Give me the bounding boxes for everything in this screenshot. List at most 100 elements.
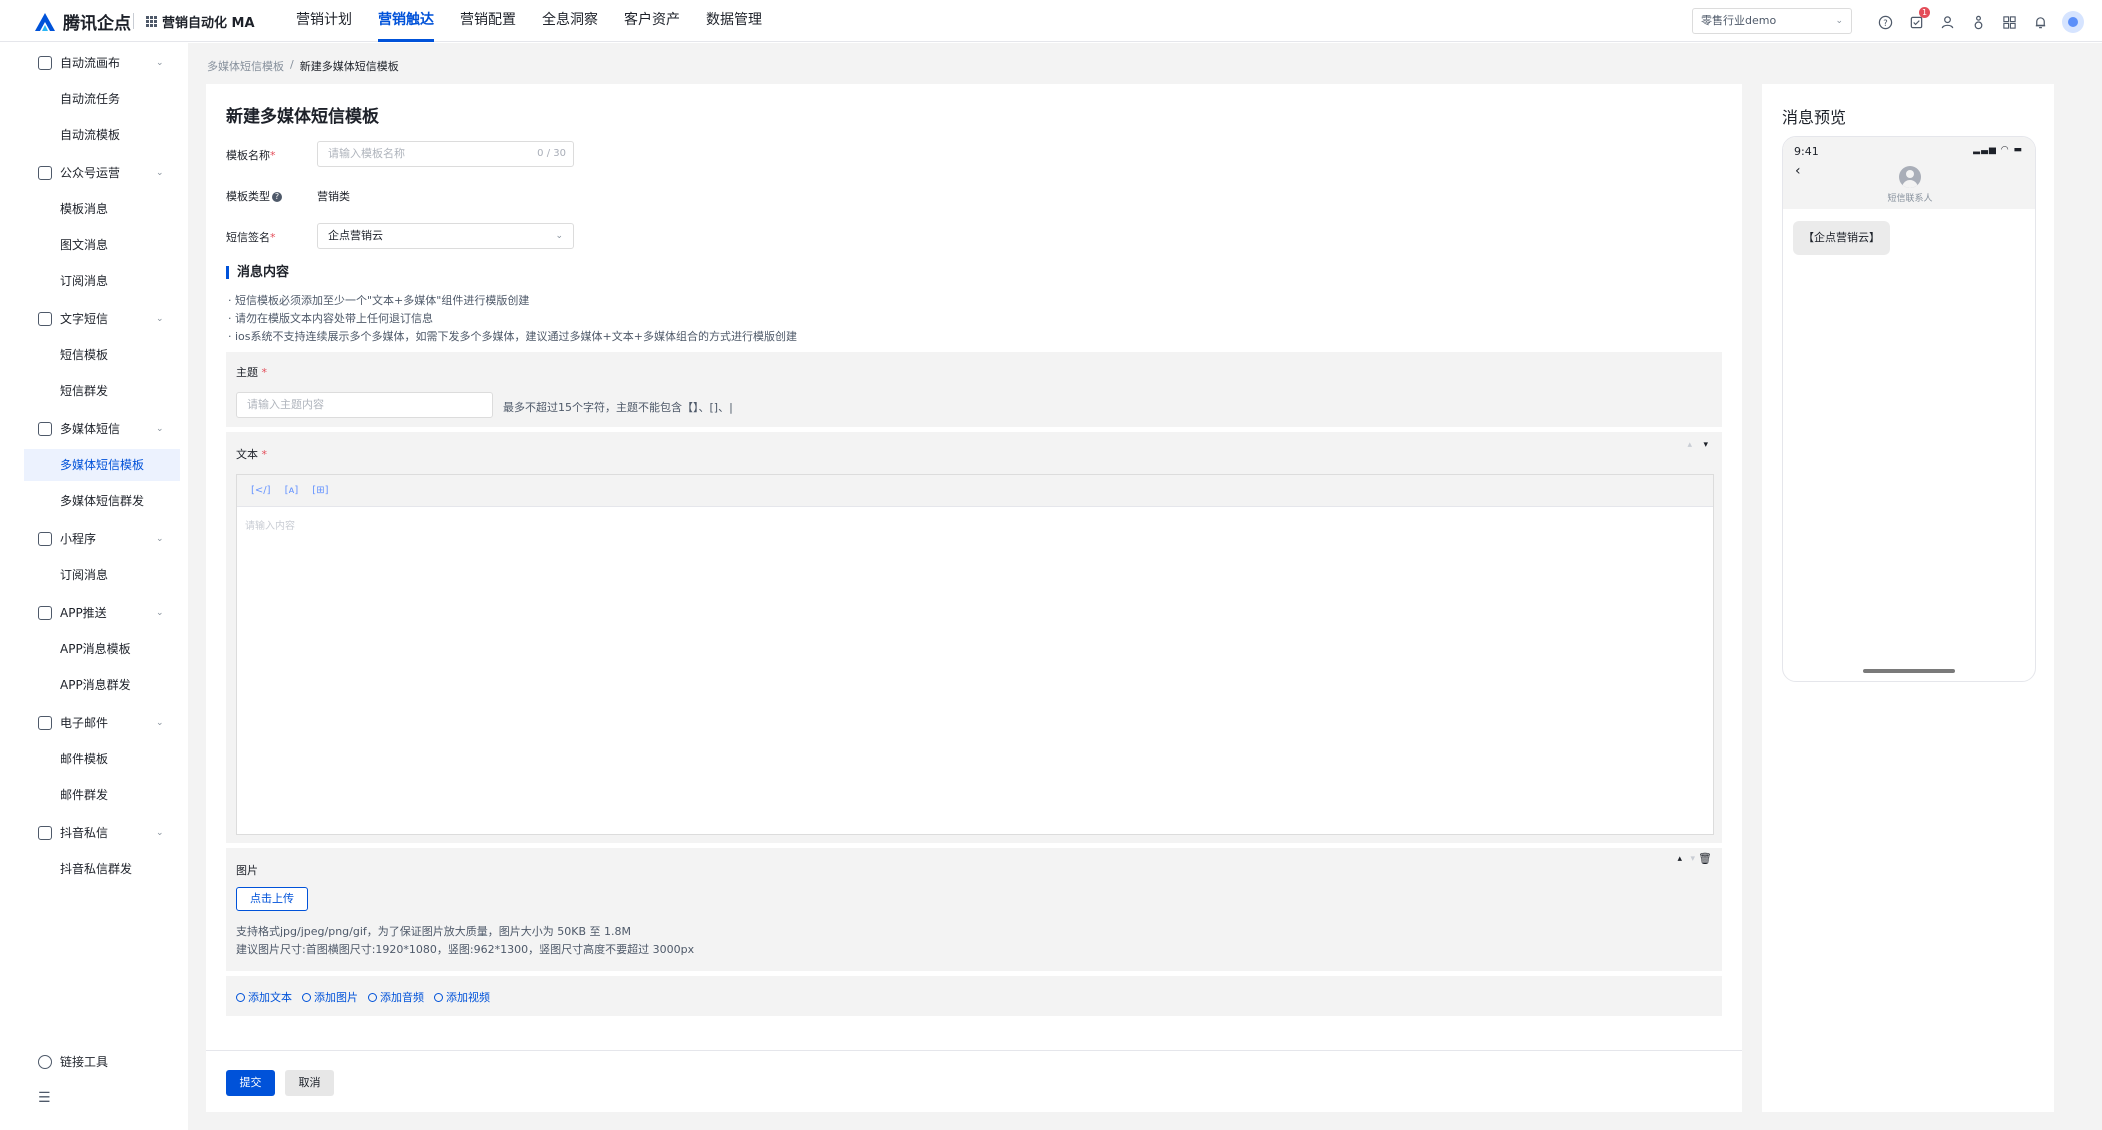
breadcrumb-parent[interactable]: 多媒体短信模板 (207, 58, 284, 74)
add-component-bar: 添加文本 添加图片 添加音频 添加视频 (226, 976, 1722, 1016)
collapse-menu-icon[interactable]: ☰ (38, 1090, 51, 1106)
sidebar-group-3[interactable]: 多媒体短信 ⌄ (38, 420, 164, 437)
org-select[interactable]: 零售行业demo ⌄ (1692, 8, 1852, 34)
menu-item-2[interactable]: 营销配置 (460, 0, 516, 42)
sidebar-item[interactable]: 订阅消息 (24, 265, 180, 297)
sms-signature-select[interactable]: 企点营销云 ⌄ (317, 223, 574, 249)
chevron-down-icon: ⌄ (555, 231, 563, 241)
link-icon (38, 1054, 52, 1069)
template-name-placeholder: 请输入模板名称 (328, 147, 405, 160)
sidebar-item[interactable]: 订阅消息 (24, 559, 180, 591)
help-icon[interactable]: ? (1876, 13, 1894, 31)
subject-hint: 最多不超过15个字符，主题不能包含【】、[]、| (503, 401, 733, 414)
upload-button[interactable]: 点击上传 (236, 887, 308, 911)
tip-1: · 短信模板必须添加至少一个"文本+多媒体"组件进行模版创建 (228, 294, 530, 307)
sidebar-item[interactable]: 短信群发 (24, 375, 180, 407)
image-format-hint: 支持格式jpg/jpeg/png/gif，为了保证图片放大质量，图片大小为 50… (236, 925, 632, 938)
sidebar-group-7[interactable]: 抖音私信 ⌄ (38, 824, 164, 841)
sidebar-group-label: 小程序 (60, 532, 97, 546)
move-up-icon[interactable]: ▴ (1687, 440, 1692, 450)
footer-bar: 提交 取消 (206, 1050, 1742, 1112)
sidebar-item[interactable]: APP消息模板 (24, 633, 180, 665)
form-card: 新建多媒体短信模板 模板名称* 请输入模板名称 0 / 30 模板类型? 营销类… (206, 84, 1742, 1050)
editor-placeholder: 请输入内容 (245, 521, 295, 532)
move-up-icon[interactable]: ▴ (1677, 854, 1682, 864)
sidebar-item[interactable]: 邮件模板 (24, 743, 180, 775)
chevron-down-icon: ⌄ (156, 827, 164, 838)
user-manage-icon[interactable] (1938, 13, 1956, 31)
miniprogram-icon (38, 531, 52, 546)
sidebar-group-2[interactable]: 文字短信 ⌄ (38, 310, 164, 327)
subject-placeholder: 请输入主题内容 (247, 398, 324, 411)
sidebar-group-5[interactable]: APP推送 ⌄ (38, 604, 164, 621)
sidebar-item[interactable]: 多媒体短信群发 (24, 485, 180, 517)
move-down-icon[interactable]: ▾ (1690, 854, 1695, 864)
sidebar-group-6[interactable]: 电子邮件 ⌄ (38, 714, 164, 731)
insert-variable-icon[interactable]: [⊞] (312, 485, 328, 496)
contact-name: 短信联系人 (1887, 194, 1933, 204)
delete-icon[interactable]: 🗑 (1698, 852, 1712, 865)
cancel-button[interactable]: 取消 (285, 1070, 334, 1096)
brand-name: 腾讯企点 (63, 14, 131, 34)
rich-text-editor[interactable]: [</] [ᴀ] [⊞] 请输入内容 (236, 474, 1714, 835)
submit-button[interactable]: 提交 (226, 1070, 275, 1096)
insert-link-icon[interactable]: [</] (251, 485, 271, 496)
home-indicator (1863, 669, 1955, 673)
sidebar-group-4[interactable]: 小程序 ⌄ (38, 530, 164, 547)
image-label: 图片 (236, 864, 258, 877)
add-link-0[interactable]: 添加文本 (236, 989, 292, 1005)
plus-circle-icon (302, 992, 311, 1002)
org-select-value: 零售行业demo (1701, 14, 1777, 27)
sidebar-item[interactable]: 模板消息 (24, 193, 180, 225)
app-switcher[interactable]: 营销自动化 MA (146, 12, 255, 31)
insert-text-icon[interactable]: [ᴀ] (285, 485, 299, 496)
sidebar-link-tool[interactable]: 链接工具 (38, 1053, 108, 1070)
add-link-2[interactable]: 添加音频 (368, 989, 424, 1005)
menu-item-1[interactable]: 营销触达 (378, 0, 434, 42)
brand-logo[interactable]: 腾讯企点 (33, 9, 131, 34)
apps-grid-icon (146, 16, 157, 27)
preview-title: 消息预览 (1782, 108, 1847, 127)
user-avatar[interactable] (2062, 11, 2084, 33)
sidebar-group-label: 抖音私信 (60, 826, 109, 840)
add-component-links: 添加文本 添加图片 添加音频 添加视频 (236, 989, 490, 1005)
sidebar-item[interactable]: 自动流模板 (24, 119, 180, 151)
message-bubble: 【企点营销云】 (1793, 221, 1890, 255)
tencent-qidian-logo-icon (35, 12, 55, 31)
apps-icon[interactable] (2000, 13, 2018, 31)
sidebar-item[interactable]: 邮件群发 (24, 779, 180, 811)
add-link-3[interactable]: 添加视频 (434, 989, 490, 1005)
move-down-icon[interactable]: ▾ (1703, 440, 1708, 450)
sms-signature-label: 短信签名* (226, 231, 276, 244)
menu-item-4[interactable]: 客户资产 (624, 0, 680, 42)
template-type-label: 模板类型? (226, 188, 282, 204)
sidebar-item[interactable]: 抖音私信群发 (24, 853, 180, 885)
sidebar-group-label: 自动流画布 (60, 56, 121, 70)
bell-icon[interactable] (2031, 13, 2049, 31)
sms-icon (38, 311, 52, 326)
template-name-label: 模板名称* (226, 149, 276, 162)
menu-item-3[interactable]: 全息洞察 (542, 0, 598, 42)
plus-circle-icon (236, 992, 245, 1002)
preview-panel: 消息预览 9:41 ▂▃▅ ◠ ▬ ‹ 短信联系人 【企点营销云】 (1762, 84, 2054, 1112)
person-icon[interactable] (1969, 13, 1987, 31)
menu-item-0[interactable]: 营销计划 (296, 0, 352, 42)
sidebar-group-label: 公众号运营 (60, 166, 121, 180)
sidebar-item[interactable]: 短信模板 (24, 339, 180, 371)
menu-item-5[interactable]: 数据管理 (706, 0, 762, 42)
subject-input[interactable]: 请输入主题内容 (236, 392, 493, 418)
add-link-1[interactable]: 添加图片 (302, 989, 358, 1005)
sms-signature-value: 企点营销云 (328, 229, 383, 242)
sidebar-group-1[interactable]: 公众号运营 ⌄ (38, 164, 164, 181)
chevron-down-icon: ⌄ (156, 167, 164, 178)
app-name: 营销自动化 MA (162, 16, 255, 31)
sidebar-group-0[interactable]: 自动流画布 ⌄ (38, 54, 164, 71)
sidebar-item[interactable]: 图文消息 (24, 229, 180, 261)
sidebar-item[interactable]: APP消息群发 (24, 669, 180, 701)
template-name-input[interactable]: 请输入模板名称 0 / 30 (317, 141, 574, 167)
sidebar-item[interactable]: 多媒体短信模板 (24, 449, 180, 481)
help-icon[interactable]: ? (272, 192, 282, 202)
sidebar-item[interactable]: 自动流任务 (24, 83, 180, 115)
task-icon[interactable]: 1 (1907, 7, 1930, 31)
plus-circle-icon (368, 992, 377, 1002)
